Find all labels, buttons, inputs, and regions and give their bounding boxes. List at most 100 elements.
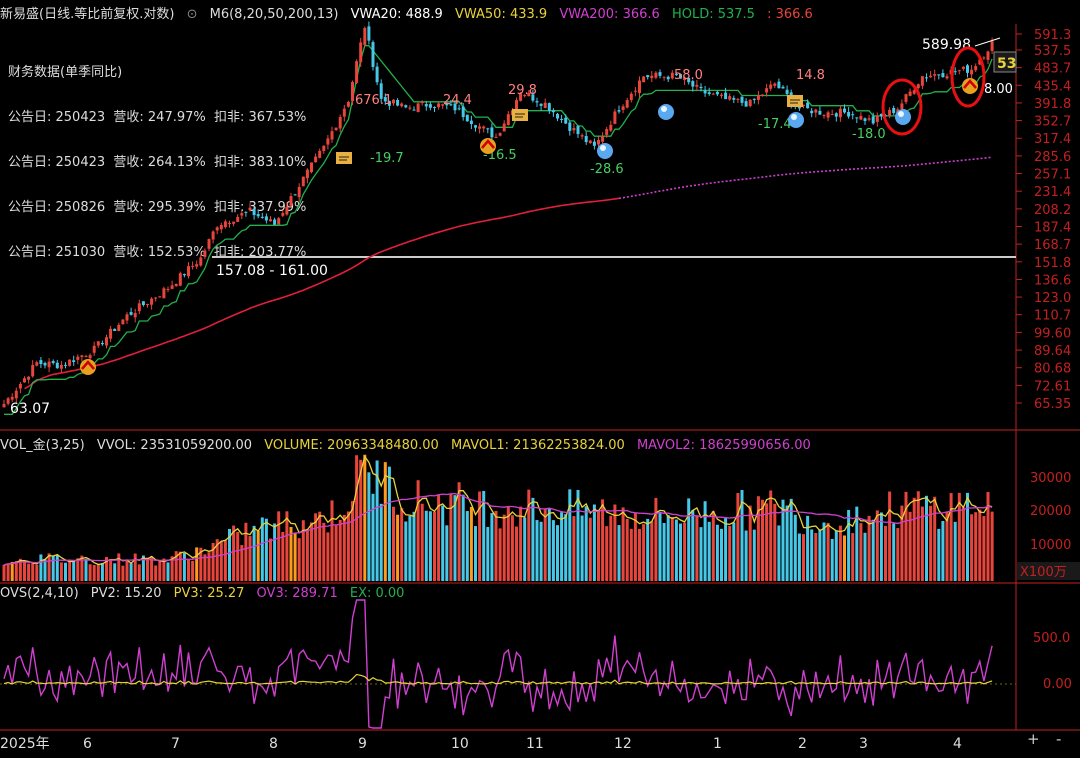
candle-body [392, 99, 395, 104]
price-tick-label: 72.61 [1034, 379, 1071, 394]
volume-bar [871, 519, 875, 581]
candle-body [986, 51, 990, 60]
volume-bar [736, 493, 740, 581]
price-tick-label: 591.3 [1034, 28, 1071, 43]
candle-body [47, 361, 51, 368]
volume-bar [765, 503, 769, 581]
volume-bar [121, 565, 125, 581]
volume-bar [674, 519, 678, 581]
candle-body [154, 297, 158, 299]
candle-body [100, 343, 104, 345]
volume-bar [679, 523, 682, 581]
candle-body [601, 136, 605, 142]
volume-bar [896, 528, 900, 581]
volume-bar [27, 563, 31, 581]
candle-body [367, 26, 371, 41]
candle-body [146, 304, 149, 306]
volume-bar [822, 522, 826, 581]
volume-bar [68, 559, 72, 581]
sell-signal-icon [895, 109, 911, 125]
candle-body [847, 111, 851, 117]
candle-body [855, 117, 859, 119]
volume-bar [367, 472, 371, 581]
high-arrow-icon [974, 37, 1001, 47]
volume-bar [379, 503, 383, 581]
stock-chart[interactable]: 591.3537.5 483.7 435.4 391.8 352.7 317.4 285.6… [0, 0, 1080, 758]
volume-bar [867, 515, 871, 581]
candle-body [150, 298, 154, 305]
volume-bar [699, 527, 703, 581]
candle-body [695, 84, 699, 87]
zoom-out-button[interactable]: - [1056, 730, 1061, 748]
x-label: 6 [83, 736, 92, 752]
volume-bar [929, 505, 933, 581]
volume-bar [732, 522, 736, 581]
candle-body [215, 227, 219, 231]
candle-body [178, 273, 182, 286]
volume-bar [617, 525, 621, 581]
candle-body [256, 214, 260, 217]
candle-body [629, 93, 633, 101]
candle-body [293, 194, 297, 196]
volume-indicator-name[interactable]: VOL_金(3,25) [0, 438, 85, 453]
volume-bar [650, 521, 654, 581]
candle-body [314, 156, 318, 163]
candle-body [404, 105, 408, 108]
candle-body [781, 86, 785, 89]
ex-label: EX: 0.00 [349, 586, 405, 601]
candle-body [937, 74, 941, 76]
volume-bar [584, 506, 588, 581]
candle-body [834, 113, 838, 117]
x-label: 12 [614, 736, 632, 752]
volume-bar [301, 520, 305, 581]
candle-body [166, 289, 170, 291]
zoom-in-button[interactable]: + [1027, 730, 1040, 748]
volume-bar [191, 560, 195, 581]
volume-bar [576, 489, 580, 581]
candle-body [31, 364, 35, 377]
hold-tag: 53 [997, 56, 1016, 72]
volume-bar [125, 560, 129, 581]
candle-body [843, 108, 846, 113]
candle-body [888, 109, 892, 116]
volume-bar [64, 562, 67, 581]
candle-body [273, 219, 277, 225]
candle-body [141, 301, 145, 306]
volume-bar [638, 528, 641, 581]
volume-bar [424, 510, 428, 581]
candle-body [219, 224, 223, 230]
volume-bar [953, 521, 957, 581]
volume-bar [847, 510, 851, 581]
volume-bar [281, 531, 285, 581]
volume-bar [244, 522, 248, 581]
volume-bar [55, 554, 59, 581]
volume-bar [256, 531, 260, 581]
candle-body [564, 117, 568, 124]
candle-body [412, 109, 416, 111]
volume-bar [35, 564, 39, 581]
volume-bar [703, 501, 707, 581]
volume-bar [572, 516, 576, 581]
price-tick-label: 435.4 [1034, 79, 1071, 94]
price-tick-label: 231.4 [1034, 185, 1071, 200]
candle-body [740, 96, 744, 103]
candle-body [478, 126, 482, 129]
volume-bar [707, 521, 711, 581]
candle-body [933, 74, 937, 76]
candle-body [461, 106, 465, 118]
volume-bar [957, 492, 961, 581]
volume-bar [592, 504, 596, 581]
candle-body [752, 98, 756, 100]
candle-body [646, 75, 650, 78]
volume-bar [408, 515, 412, 581]
candle-body [363, 28, 367, 45]
volume-bar [404, 521, 408, 581]
volume-bar [838, 525, 842, 581]
volume-bar [920, 506, 924, 581]
volume-bar [933, 496, 937, 581]
volume-bar [154, 565, 158, 581]
ovs-indicator-name[interactable]: OVS(2,4,10) [0, 586, 79, 601]
volume-bar [182, 552, 186, 581]
candle-body [875, 116, 879, 122]
candle-body [822, 115, 826, 117]
